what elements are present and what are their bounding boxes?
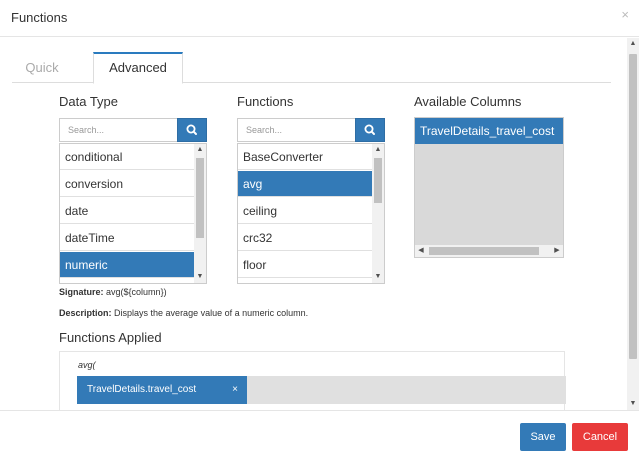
signature-label: Signature: <box>59 287 104 297</box>
data-type-label: Data Type <box>59 94 119 109</box>
applied-expression: avg( <box>78 360 96 370</box>
list-item[interactable]: BaseConverter <box>238 144 372 170</box>
functions-applied-box: avg( TravelDetails.travel_cost × <box>59 351 566 410</box>
scroll-thumb[interactable] <box>429 247 539 255</box>
scroll-thumb[interactable] <box>374 158 382 203</box>
scroll-up-icon[interactable]: ▲ <box>194 144 206 156</box>
scroll-down-icon[interactable]: ▼ <box>194 271 206 283</box>
data-type-list: conditional conversion date dateTime num… <box>59 143 207 284</box>
list-item[interactable]: ceiling <box>238 198 372 224</box>
tab-advanced[interactable]: Advanced <box>93 52 183 84</box>
functions-search <box>237 118 385 142</box>
tab-bar: Quick Advanced <box>12 52 611 84</box>
scroll-thumb[interactable] <box>196 158 204 238</box>
dialog-scrollbar[interactable]: ▲ ▼ <box>627 38 639 410</box>
functions-search-button[interactable] <box>355 118 385 142</box>
functions-list: BaseConverter avg ceiling crc32 floor ▲ … <box>237 143 385 284</box>
functions-dialog: Functions × Quick Advanced Data Type con… <box>0 0 639 455</box>
available-columns-scrollbar[interactable]: ◀ ▶ <box>415 245 563 257</box>
functions-search-input[interactable] <box>238 119 356 141</box>
list-item[interactable]: TravelDetails_travel_cost <box>415 118 563 144</box>
remove-chip-icon[interactable]: × <box>232 376 238 404</box>
scroll-down-icon[interactable]: ▼ <box>372 271 384 283</box>
data-type-search-button[interactable] <box>177 118 207 142</box>
data-type-search <box>59 118 207 142</box>
available-columns-list: TravelDetails_travel_cost ◀ ▶ <box>414 117 564 258</box>
dialog-header: Functions × <box>0 0 639 37</box>
cancel-button[interactable]: Cancel <box>572 423 628 451</box>
list-item[interactable]: numeric <box>60 252 194 278</box>
search-icon <box>186 124 197 135</box>
list-item[interactable]: dateTime <box>60 225 194 251</box>
list-item[interactable]: crc32 <box>238 225 372 251</box>
scroll-up-icon[interactable]: ▲ <box>627 38 639 50</box>
applied-column-chip[interactable]: TravelDetails.travel_cost × <box>77 376 247 404</box>
list-item[interactable]: floor <box>238 252 372 278</box>
list-item[interactable]: date <box>60 198 194 224</box>
search-icon <box>364 124 375 135</box>
description-label: Description: <box>59 308 112 318</box>
applied-columns-bar: TravelDetails.travel_cost × <box>77 376 566 404</box>
scroll-up-icon[interactable]: ▲ <box>372 144 384 156</box>
signature-line: Signature: avg(${column}) <box>59 287 167 297</box>
list-item[interactable]: conversion <box>60 171 194 197</box>
functions-applied-label: Functions Applied <box>59 330 162 345</box>
description-value: Displays the average value of a numeric … <box>114 308 309 318</box>
close-icon[interactable]: × <box>621 7 629 22</box>
chip-label: TravelDetails.travel_cost <box>87 384 197 395</box>
data-type-search-input[interactable] <box>60 119 178 141</box>
scroll-right-icon[interactable]: ▶ <box>551 245 563 257</box>
dialog-body: Quick Advanced Data Type conditional con… <box>0 38 627 410</box>
list-item[interactable]: avg <box>238 171 372 197</box>
description-line: Description: Displays the average value … <box>59 308 308 318</box>
data-type-scrollbar[interactable]: ▲ ▼ <box>194 144 206 283</box>
scroll-thumb[interactable] <box>629 54 637 359</box>
dialog-footer: Save Cancel <box>0 410 639 455</box>
available-columns-label: Available Columns <box>414 94 522 109</box>
list-item[interactable]: conditional <box>60 144 194 170</box>
scroll-down-icon[interactable]: ▼ <box>627 398 639 410</box>
save-button[interactable]: Save <box>520 423 566 451</box>
functions-scrollbar[interactable]: ▲ ▼ <box>372 144 384 283</box>
scroll-left-icon[interactable]: ◀ <box>415 245 427 257</box>
functions-label: Functions <box>237 94 294 109</box>
tab-quick[interactable]: Quick <box>12 52 72 83</box>
dialog-title: Functions <box>11 10 68 25</box>
signature-value: avg(${column}) <box>106 287 167 297</box>
